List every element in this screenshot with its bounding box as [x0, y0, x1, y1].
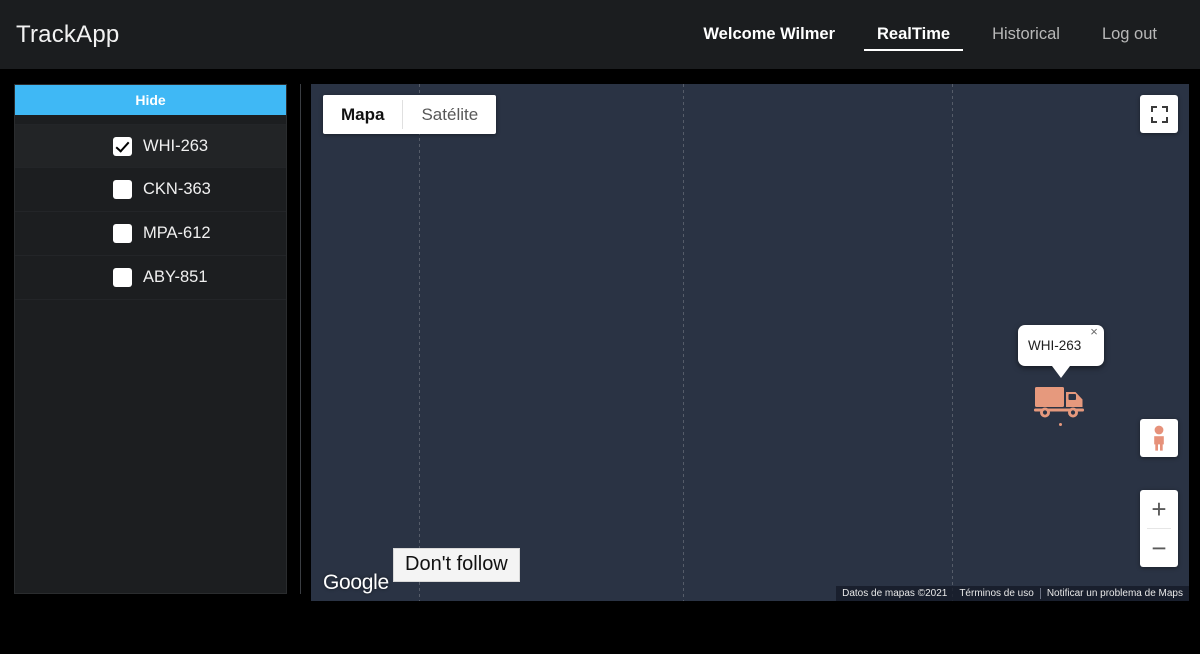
vehicle-checkbox-whi-263[interactable]	[113, 137, 132, 156]
nav-item-welcome: Welcome Wilmer	[682, 0, 856, 69]
vehicle-plate-label: WHI-263	[143, 137, 208, 156]
info-window-tail	[1052, 366, 1070, 378]
hide-button[interactable]: Hide	[15, 85, 286, 115]
fullscreen-button[interactable]	[1140, 95, 1178, 133]
map-type-switcher: Mapa Satélite	[323, 95, 496, 134]
nav-item-realtime[interactable]: RealTime	[856, 0, 971, 69]
map-gridline	[952, 84, 953, 601]
map-type-satelite-button[interactable]: Satélite	[403, 95, 496, 134]
map-attribution-bar: Datos de mapas ©2021 Términos de uso Not…	[836, 586, 1189, 601]
marker-info-window: WHI-263 ×	[1018, 325, 1104, 366]
vehicle-sidebar: Hide WHI-263 CKN-363 MPA-612 ABY-851	[14, 84, 287, 594]
zoom-in-button[interactable]: +	[1140, 490, 1178, 528]
zoom-controls: + −	[1140, 490, 1178, 567]
main-navigation: Welcome Wilmer RealTime Historical Log o…	[682, 0, 1200, 69]
truck-icon[interactable]	[1033, 384, 1088, 418]
nav-item-logout[interactable]: Log out	[1081, 0, 1178, 69]
map-gridline	[683, 84, 684, 601]
vehicle-plate-label: CKN-363	[143, 180, 211, 199]
map-type-mapa-button[interactable]: Mapa	[323, 95, 402, 134]
attribution-map-data: Datos de mapas ©2021	[836, 588, 953, 599]
vehicle-checkbox-aby-851[interactable]	[113, 268, 132, 287]
map-gridline	[419, 84, 420, 601]
list-item[interactable]: MPA-612	[15, 212, 286, 256]
close-icon[interactable]: ×	[1087, 325, 1101, 339]
list-item[interactable]: CKN-363	[15, 168, 286, 212]
vehicle-plate-label: MPA-612	[143, 224, 211, 243]
pegman-icon	[1151, 425, 1167, 451]
vehicle-checkbox-ckn-363[interactable]	[113, 180, 132, 199]
info-window-title: WHI-263	[1028, 338, 1081, 353]
follow-toggle-button[interactable]: Don't follow	[393, 548, 520, 582]
app-header: TrackApp Welcome Wilmer RealTime Histori…	[0, 0, 1200, 69]
sidebar-divider	[300, 84, 301, 594]
nav-item-historical[interactable]: Historical	[971, 0, 1081, 69]
google-watermark: Google	[323, 571, 389, 595]
marker-anchor-dot	[1059, 423, 1062, 426]
attribution-report-link[interactable]: Notificar un problema de Maps	[1041, 588, 1189, 599]
vehicle-plate-label: ABY-851	[143, 268, 208, 287]
attribution-terms-link[interactable]: Términos de uso	[953, 588, 1039, 599]
list-item[interactable]: WHI-263	[15, 124, 286, 168]
vehicle-list: WHI-263 CKN-363 MPA-612 ABY-851	[15, 124, 286, 300]
zoom-out-button[interactable]: −	[1140, 529, 1178, 567]
vehicle-checkbox-mpa-612[interactable]	[113, 224, 132, 243]
app-brand: TrackApp	[0, 21, 119, 49]
list-item[interactable]: ABY-851	[15, 256, 286, 300]
fullscreen-icon	[1151, 106, 1168, 123]
map-canvas[interactable]: Mapa Satélite + − WHI-263 ×	[311, 84, 1189, 601]
street-view-button[interactable]	[1140, 419, 1178, 457]
